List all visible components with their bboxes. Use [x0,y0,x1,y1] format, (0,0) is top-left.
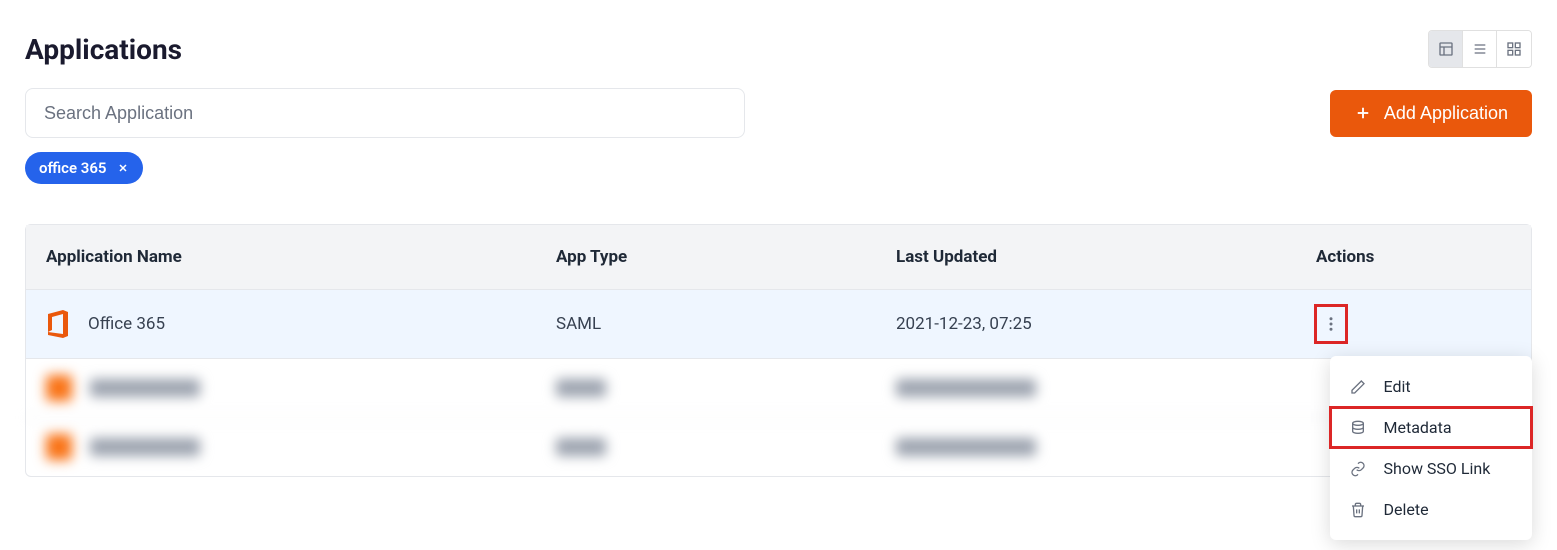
table-row[interactable]: Office 365 SAML 2021-12-23, 07:25 Edit M… [26,290,1531,359]
view-layout-button[interactable] [1429,31,1463,67]
filter-chip[interactable]: office 365 [25,152,143,184]
menu-show-sso-label: Show SSO Link [1384,459,1491,478]
office365-icon [46,310,70,338]
menu-metadata[interactable]: Metadata [1330,407,1532,448]
menu-show-sso[interactable]: Show SSO Link [1330,448,1532,489]
menu-delete[interactable]: Delete [1330,489,1532,530]
view-list-button[interactable] [1463,31,1497,67]
close-icon[interactable] [117,162,129,174]
page-title: Applications [25,33,182,66]
app-updated: 2021-12-23, 07:25 [896,314,1316,334]
col-name: Application Name [46,247,556,267]
col-type: App Type [556,247,896,267]
view-toggle-group [1428,30,1532,68]
more-vertical-icon [1322,315,1340,333]
row-actions-button[interactable] [1316,306,1346,342]
chip-label: office 365 [39,159,107,177]
link-icon [1350,461,1366,477]
table-row-blurred [26,418,1531,476]
database-icon [1350,420,1366,436]
list-icon [1472,41,1488,57]
app-name: Office 365 [88,314,165,334]
view-grid-button[interactable] [1497,31,1531,67]
col-actions: Actions [1316,247,1511,267]
menu-edit-label: Edit [1384,377,1411,396]
app-type: SAML [556,314,896,334]
col-updated: Last Updated [896,247,1316,267]
menu-edit[interactable]: Edit [1330,366,1532,407]
layout-icon [1438,41,1454,57]
menu-metadata-label: Metadata [1384,418,1452,437]
plus-icon [1354,104,1372,122]
trash-icon [1350,502,1366,518]
search-input[interactable] [25,88,745,138]
actions-dropdown: Edit Metadata Show SSO Link Delete [1330,356,1532,540]
pencil-icon [1350,379,1366,395]
add-application-button[interactable]: Add Application [1330,90,1532,137]
add-button-label: Add Application [1384,103,1508,124]
grid-icon [1506,41,1522,57]
table-row-blurred [26,359,1531,418]
table-header: Application Name App Type Last Updated A… [26,225,1531,290]
menu-delete-label: Delete [1384,500,1429,519]
applications-table: Application Name App Type Last Updated A… [25,224,1532,477]
